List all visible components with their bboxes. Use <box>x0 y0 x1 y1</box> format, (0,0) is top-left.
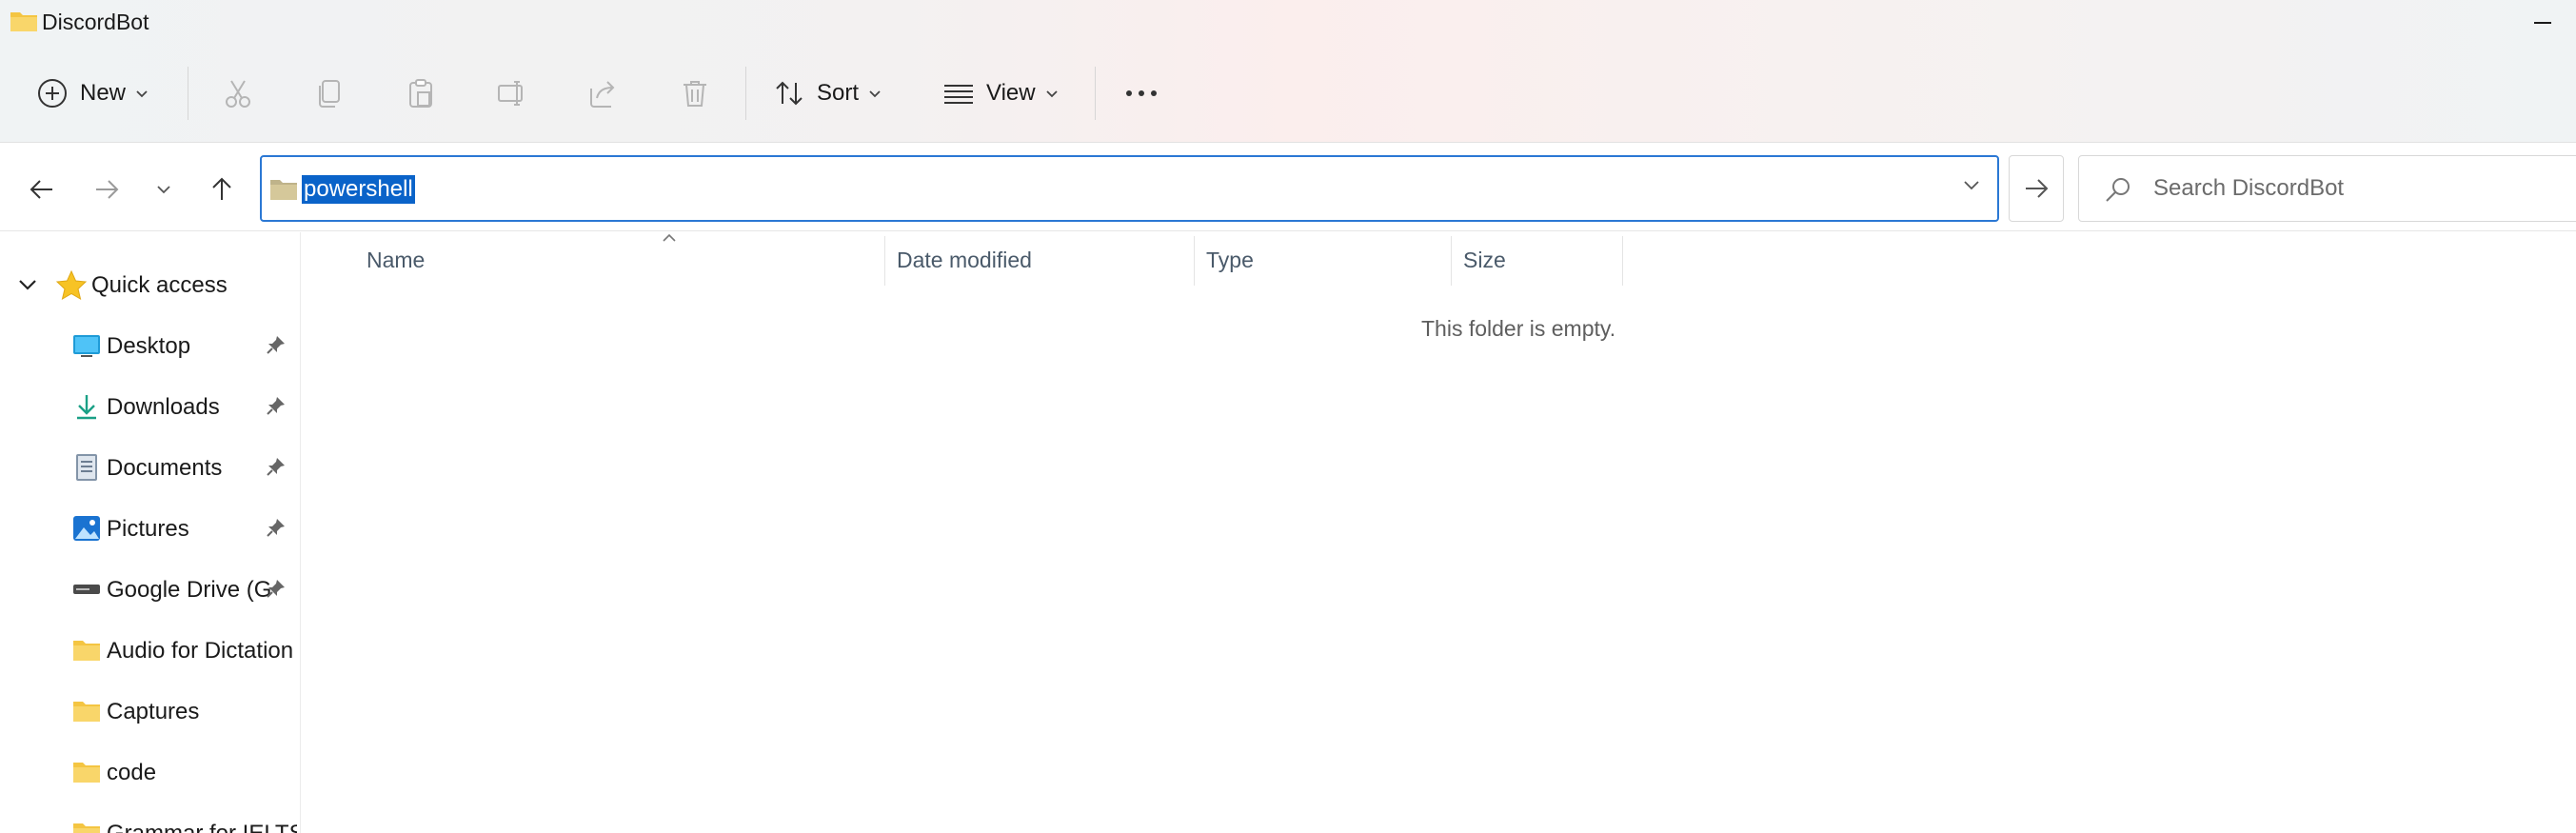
folder-icon <box>10 9 38 38</box>
pictures-icon <box>72 514 101 543</box>
folder-icon <box>72 819 101 833</box>
share-button[interactable] <box>581 70 626 116</box>
minimize-button[interactable] <box>2509 8 2576 38</box>
nav-item-label: Grammar for IELTS <box>107 821 297 833</box>
pin-icon <box>267 396 286 420</box>
chevron-down-icon[interactable] <box>1963 179 1980 196</box>
toolbar-divider <box>1095 67 1096 120</box>
nav-item-label: code <box>107 760 157 785</box>
column-date-label: Date modified <box>897 248 1032 272</box>
nav-item-pictures[interactable]: Pictures <box>0 505 300 550</box>
nav-item-captures[interactable]: Captures <box>0 687 300 733</box>
pin-icon <box>267 457 286 481</box>
chevron-down-icon <box>157 186 170 194</box>
search-placeholder: Search DiscordBot <box>2153 175 2345 201</box>
new-button[interactable]: New <box>36 70 149 116</box>
drive-icon <box>72 575 101 604</box>
arrow-left-icon <box>30 180 52 199</box>
address-path: powershell <box>302 175 415 204</box>
address-row: powershell Search DiscordBot <box>0 144 2576 231</box>
toolbar-divider <box>745 67 746 120</box>
nav-item-audio-for-dictation[interactable]: Audio for Dictation <box>0 626 300 672</box>
nav-item-desktop[interactable]: Desktop <box>0 322 300 367</box>
title-bar: DiscordBot <box>0 0 2576 46</box>
chevron-down-icon <box>136 90 148 98</box>
nav-item-label: Audio for Dictation <box>107 638 294 664</box>
delete-button[interactable] <box>672 70 718 116</box>
chevron-down-icon <box>1045 90 1058 98</box>
pin-icon <box>267 335 286 359</box>
file-list: Name Date modified Type Size This folder… <box>302 232 2576 833</box>
nav-item-documents[interactable]: Documents <box>0 444 300 489</box>
up-button[interactable] <box>199 167 245 212</box>
quick-access-label: Quick access <box>91 272 228 298</box>
nav-item-code[interactable]: code <box>0 748 300 794</box>
view-label: View <box>986 80 1036 106</box>
chevron-down-icon[interactable] <box>17 274 38 300</box>
address-input[interactable]: powershell <box>260 155 1999 222</box>
sort-icon <box>776 81 803 106</box>
nav-item-label: Captures <box>107 699 200 724</box>
navigation-pane: Quick access Desktop Downloads Documents <box>0 232 301 833</box>
empty-folder-message: This folder is empty. <box>1421 316 1616 341</box>
column-divider[interactable] <box>1622 236 1623 286</box>
folder-icon <box>72 636 101 664</box>
quick-access[interactable]: Quick access <box>0 267 300 306</box>
view-icon <box>944 85 973 104</box>
sort-ascending-icon <box>662 230 677 248</box>
add-circle-icon <box>38 79 67 108</box>
search-icon <box>2104 175 2132 208</box>
column-header-date-modified[interactable]: Date modified <box>885 232 1195 286</box>
view-button[interactable]: View <box>942 70 1059 116</box>
column-header-name[interactable]: Name <box>355 232 885 286</box>
download-icon <box>72 392 101 421</box>
documents-icon <box>72 453 101 482</box>
pin-icon <box>267 518 286 542</box>
arrow-right-icon <box>2026 179 2049 198</box>
rename-icon <box>498 81 523 106</box>
column-name-label: Name <box>367 248 426 272</box>
command-bar: New Sort View <box>0 46 2576 143</box>
folder-icon <box>72 758 101 786</box>
pin-icon <box>267 579 286 603</box>
paste-button[interactable] <box>398 70 444 116</box>
nav-item-google-drive[interactable]: Google Drive (G <box>0 565 300 611</box>
new-label: New <box>80 80 127 106</box>
cut-button[interactable] <box>215 70 261 116</box>
share-icon <box>590 81 615 108</box>
column-size-label: Size <box>1463 248 1506 272</box>
nav-item-downloads[interactable]: Downloads <box>0 383 300 428</box>
copy-button[interactable] <box>307 70 352 116</box>
more-icon <box>1126 90 1157 96</box>
chevron-down-icon <box>869 90 881 98</box>
forward-button[interactable] <box>84 167 129 212</box>
rename-button[interactable] <box>489 70 535 116</box>
nav-item-grammar-for-ielts[interactable]: Grammar for IELTS <box>0 809 300 833</box>
sort-label: Sort <box>817 80 860 106</box>
column-header-size[interactable]: Size <box>1452 232 1623 286</box>
desktop-icon <box>72 331 101 360</box>
search-box[interactable]: Search DiscordBot <box>2078 155 2576 222</box>
arrow-right-icon <box>96 180 119 199</box>
go-button[interactable] <box>2009 155 2064 222</box>
folder-icon <box>72 697 101 725</box>
copy-icon <box>319 80 340 108</box>
more-options-button[interactable] <box>1119 70 1164 116</box>
column-header-type[interactable]: Type <box>1195 232 1452 286</box>
minimize-icon <box>2534 22 2551 24</box>
paste-icon <box>409 79 432 108</box>
back-button[interactable] <box>19 167 65 212</box>
recent-locations-button[interactable] <box>141 167 187 212</box>
cut-icon <box>226 80 250 108</box>
sort-button[interactable]: Sort <box>773 70 882 116</box>
window-title: DiscordBot <box>42 10 149 34</box>
star-icon <box>55 269 88 306</box>
column-type-label: Type <box>1206 248 1254 272</box>
folder-icon <box>269 177 298 207</box>
arrow-up-icon <box>212 177 231 200</box>
delete-icon <box>684 81 706 107</box>
